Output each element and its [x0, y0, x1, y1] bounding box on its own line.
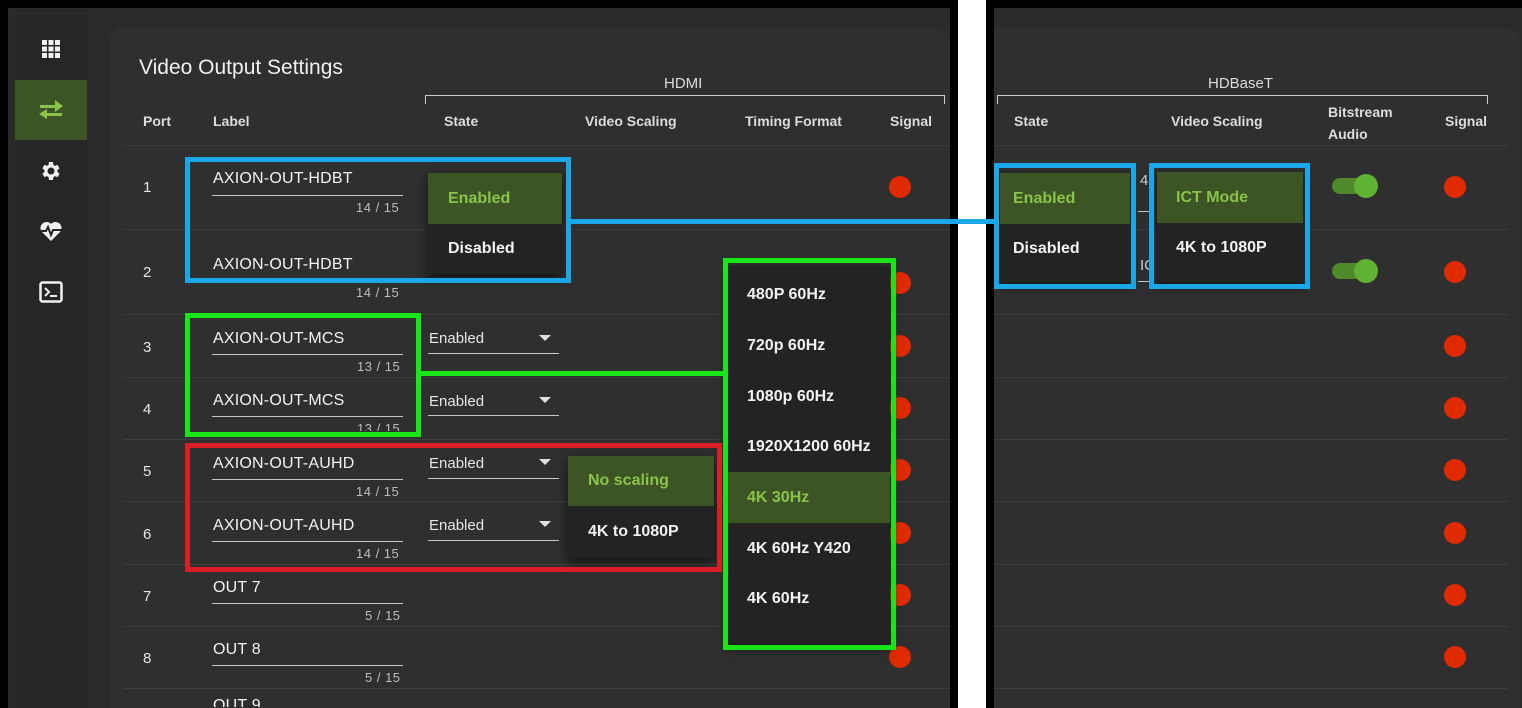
highlight-connector-blue	[571, 219, 995, 224]
nav-settings[interactable]	[15, 141, 87, 201]
port-number: 8	[143, 650, 152, 667]
signal-indicator	[1444, 459, 1466, 481]
hdbaset-card	[994, 28, 1520, 708]
row-divider	[994, 564, 1508, 565]
char-counter: 14 / 15	[356, 285, 400, 300]
sidebar	[15, 15, 87, 708]
page-title: Video Output Settings	[139, 56, 343, 79]
hdmi-group-label: HDMI	[664, 75, 703, 92]
row-divider	[994, 501, 1508, 502]
toggle-knob	[1354, 174, 1378, 198]
signal-indicator	[1444, 522, 1466, 544]
highlight-box-auhd-rows	[185, 443, 722, 572]
col-video-scaling: Video Scaling	[585, 113, 677, 129]
select-underline	[428, 353, 559, 354]
label-underline	[212, 665, 403, 666]
terminal-icon	[39, 281, 63, 303]
port-number: 5	[143, 463, 152, 480]
hdmi-group-bracket	[425, 95, 945, 104]
port-number: 6	[143, 526, 152, 543]
highlight-box-hdbt-scaling	[1149, 163, 1310, 289]
toggle-knob	[1354, 259, 1378, 283]
port-number: 3	[143, 339, 152, 356]
heartbeat-icon	[40, 221, 62, 241]
col-state: State	[444, 113, 479, 129]
label-input[interactable]: OUT 8	[213, 641, 261, 659]
highlight-box-hdbt-state	[994, 163, 1136, 289]
signal-indicator	[1444, 176, 1466, 198]
label-input[interactable]: OUT 7	[213, 579, 261, 597]
hdbaset-group-label: HDBaseT	[1208, 75, 1274, 92]
port-number: 7	[143, 588, 152, 605]
hdbaset-group-bracket	[997, 95, 1488, 104]
port-number: 1	[143, 179, 152, 196]
highlight-box-timing-menu	[723, 258, 896, 650]
gear-icon	[42, 162, 60, 180]
chevron-down-icon	[539, 397, 551, 403]
row-divider	[994, 377, 1508, 378]
select-underline	[428, 415, 559, 416]
row-divider	[123, 145, 950, 146]
nav-routing[interactable]	[15, 80, 87, 140]
swap-arrows-icon	[39, 100, 63, 119]
label-underline	[212, 603, 403, 604]
col-timing-format: Timing Format	[745, 113, 842, 129]
hdbaset-col-video-scaling: Video Scaling	[1171, 113, 1263, 129]
highlight-connector-green	[421, 371, 724, 376]
signal-indicator	[889, 176, 911, 198]
signal-indicator	[1444, 335, 1466, 357]
row-divider	[994, 626, 1508, 627]
nav-console[interactable]	[15, 262, 87, 322]
port-number: 4	[143, 401, 152, 418]
chevron-down-icon	[539, 335, 551, 341]
nav-health[interactable]	[15, 201, 87, 261]
row-divider	[994, 439, 1508, 440]
signal-indicator	[1444, 646, 1466, 668]
bitstream-audio-toggle[interactable]	[1332, 259, 1378, 283]
bitstream-audio-toggle[interactable]	[1332, 174, 1378, 198]
char-counter: 5 / 15	[365, 608, 401, 623]
port-number: 2	[143, 264, 152, 281]
row-divider	[994, 314, 1508, 315]
row-divider	[994, 145, 1508, 146]
state-select[interactable]: Enabled	[429, 393, 484, 410]
row-divider	[994, 688, 1508, 689]
highlight-box-mcs-labels	[185, 313, 421, 437]
grid-icon	[42, 40, 60, 58]
nav-apps[interactable]	[15, 19, 87, 79]
col-label: Label	[213, 113, 250, 129]
row-divider	[123, 688, 950, 689]
state-select[interactable]: Enabled	[429, 330, 484, 347]
char-counter: 5 / 15	[365, 670, 401, 685]
signal-indicator	[1444, 261, 1466, 283]
col-signal: Signal	[890, 113, 933, 129]
signal-indicator	[1444, 584, 1466, 606]
hdbaset-col-bitstream-audio: Bitstream Audio	[1328, 104, 1393, 142]
label-input[interactable]: OUT 9	[213, 699, 261, 707]
highlight-box-hdbt-labels	[185, 157, 571, 283]
col-port: Port	[143, 113, 171, 129]
hdbaset-col-state: State	[1014, 113, 1049, 129]
hdbaset-col-signal: Signal	[1445, 113, 1488, 129]
hdbaset-scaling-select[interactable]: 4	[1140, 172, 1148, 189]
signal-indicator	[1444, 397, 1466, 419]
